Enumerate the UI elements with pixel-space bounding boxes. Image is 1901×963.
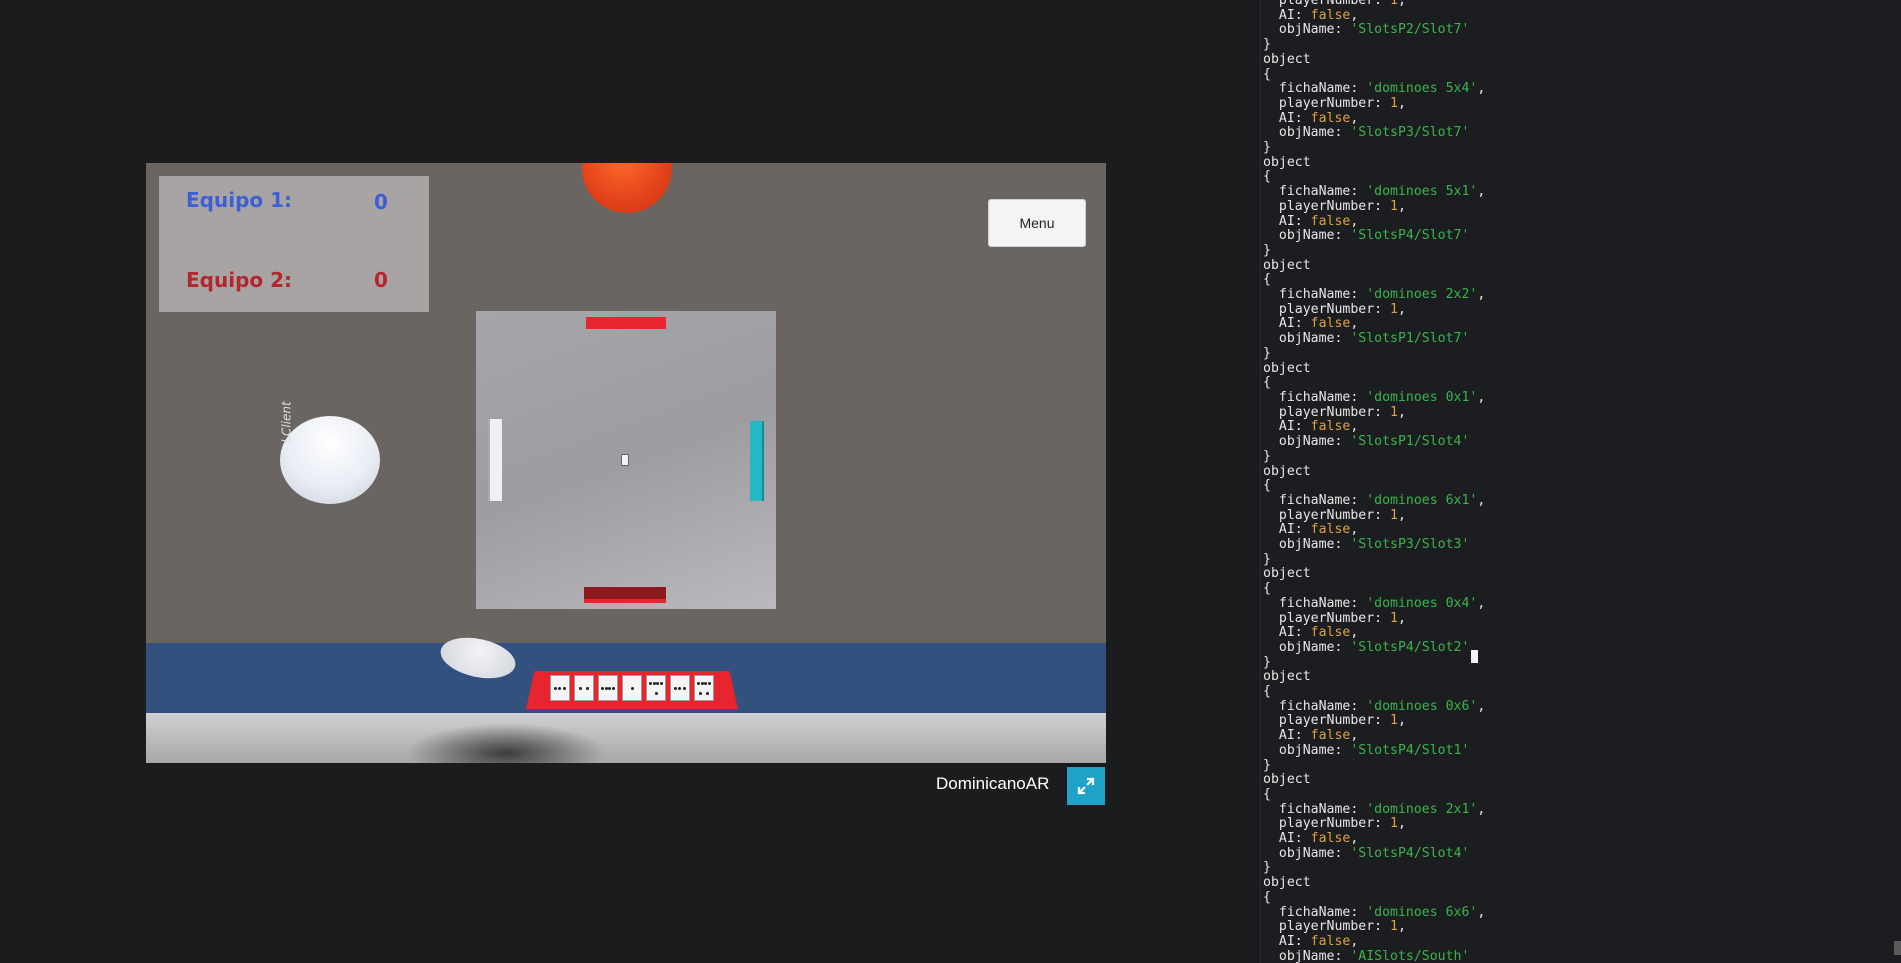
console-line: } xyxy=(1263,242,1271,258)
console-line: } xyxy=(1263,37,1271,53)
console-line: } xyxy=(1263,345,1271,361)
player-hand[interactable] xyxy=(526,671,738,709)
console-line: objName: 'SlotsP4/Slot1' xyxy=(1263,742,1470,758)
domino-tile[interactable] xyxy=(694,675,714,701)
console-line: fichaName: 'dominoes 0x4', xyxy=(1263,595,1486,611)
game-board[interactable] xyxy=(476,311,776,609)
team2-label: Equipo 2: xyxy=(186,268,293,292)
console-line: } xyxy=(1263,140,1271,156)
console-object-label: object xyxy=(1263,360,1311,376)
game-viewport[interactable]: Equipo 1: 0 Equipo 2: 0 Menu LClient xyxy=(146,163,1106,763)
console-line: AI: false, xyxy=(1263,316,1359,332)
domino-tile[interactable] xyxy=(646,675,666,701)
console-line: objName: 'SlotsP3/Slot3' xyxy=(1263,537,1470,553)
tray-north xyxy=(586,317,666,329)
team1-label: Equipo 1: xyxy=(186,188,293,212)
console-line: fichaName: 'dominoes 2x1', xyxy=(1263,801,1486,817)
tray-east xyxy=(750,421,764,501)
console-line: fichaName: 'dominoes 0x1', xyxy=(1263,389,1486,405)
console-panel[interactable]: playerNumber: 1, AI: false, objName: 'Sl… xyxy=(1260,0,1901,963)
console-object-label: object xyxy=(1263,566,1311,582)
console-line: } xyxy=(1263,448,1271,464)
tray-south xyxy=(584,587,666,603)
console-line: AI: false, xyxy=(1263,831,1359,847)
menu-button[interactable]: Menu xyxy=(988,199,1086,247)
console-line: fichaName: 'dominoes 5x1', xyxy=(1263,184,1486,200)
text-cursor xyxy=(1471,650,1478,663)
console-line: objName: 'SlotsP4/Slot7' xyxy=(1263,228,1470,244)
console-line: playerNumber: 1, xyxy=(1263,919,1406,935)
console-line: fichaName: 'dominoes 6x6', xyxy=(1263,904,1486,920)
console-line: playerNumber: 1, xyxy=(1263,301,1406,317)
console-line: playerNumber: 1, xyxy=(1263,95,1406,111)
app-title: DominicanoAR xyxy=(936,774,1050,793)
console-line: AI: false, xyxy=(1263,419,1359,435)
console-line: { xyxy=(1263,889,1271,905)
orange-ball xyxy=(582,163,672,213)
console-line: { xyxy=(1263,66,1271,82)
console-line: objName: 'SlotsP1/Slot4' xyxy=(1263,434,1470,450)
console-line: objName: 'SlotsP2/Slot7' xyxy=(1263,22,1470,38)
console-line: AI: false, xyxy=(1263,934,1359,949)
console-line: { xyxy=(1263,581,1271,597)
console-line: { xyxy=(1263,272,1271,288)
domino-tile[interactable] xyxy=(550,675,570,701)
console-object-label: object xyxy=(1263,257,1311,273)
console-line: AI: false, xyxy=(1263,728,1359,744)
scrollbar[interactable] xyxy=(1892,0,1901,963)
console-line: playerNumber: 1, xyxy=(1263,507,1406,523)
table-floor xyxy=(146,713,1106,763)
console-line: } xyxy=(1263,757,1271,773)
console-line: fichaName: 'dominoes 6x1', xyxy=(1263,492,1486,508)
console-line: objName: 'SlotsP3/Slot7' xyxy=(1263,125,1470,141)
domino-tile[interactable] xyxy=(574,675,594,701)
console-line: AI: false, xyxy=(1263,7,1359,23)
console-line: playerNumber: 1, xyxy=(1263,816,1406,832)
console-line: fichaName: 'dominoes 2x2', xyxy=(1263,287,1486,303)
domino-tile[interactable] xyxy=(622,675,642,701)
console-line: playerNumber: 1, xyxy=(1263,198,1406,214)
console-line: } xyxy=(1263,860,1271,876)
console-line: playerNumber: 1, xyxy=(1263,610,1406,626)
console-line: objName: 'AISlots/South' xyxy=(1263,948,1470,963)
console-line: playerNumber: 1, xyxy=(1263,713,1406,729)
console-line: { xyxy=(1263,478,1271,494)
scoreboard: Equipo 1: 0 Equipo 2: 0 xyxy=(159,176,429,312)
center-domino[interactable] xyxy=(621,454,629,466)
console-object-label: object xyxy=(1263,875,1311,891)
console-line: { xyxy=(1263,684,1271,700)
console-line: { xyxy=(1263,375,1271,391)
console-line: } xyxy=(1263,654,1271,670)
ball-text: LClient xyxy=(279,401,294,443)
console-line: objName: 'SlotsP1/Slot7' xyxy=(1263,331,1470,347)
console-object-label: object xyxy=(1263,51,1311,67)
console-line: objName: 'SlotsP4/Slot2' xyxy=(1263,639,1470,655)
console-line: objName: 'SlotsP4/Slot4' xyxy=(1263,845,1470,861)
tray-west xyxy=(488,419,502,501)
console-line: AI: false, xyxy=(1263,522,1359,538)
console-object-label: object xyxy=(1263,669,1311,685)
console-line: fichaName: 'dominoes 0x6', xyxy=(1263,698,1486,714)
console-object-label: object xyxy=(1263,154,1311,170)
console-object-label: object xyxy=(1263,463,1311,479)
domino-tile[interactable] xyxy=(670,675,690,701)
white-ball xyxy=(280,416,380,504)
console-line: { xyxy=(1263,169,1271,185)
expand-icon xyxy=(1077,777,1095,795)
console-line: } xyxy=(1263,551,1271,567)
fullscreen-button[interactable] xyxy=(1067,767,1105,805)
console-line: AI: false, xyxy=(1263,625,1359,641)
team2-score: 0 xyxy=(374,268,388,292)
console-line: { xyxy=(1263,786,1271,802)
console-log: playerNumber: 1, AI: false, objName: 'Sl… xyxy=(1263,0,1485,963)
console-line: playerNumber: 1, xyxy=(1263,404,1406,420)
domino-tile[interactable] xyxy=(598,675,618,701)
console-line: fichaName: 'dominoes 5x4', xyxy=(1263,81,1486,97)
scroll-thumb[interactable] xyxy=(1894,941,1901,955)
console-object-label: object xyxy=(1263,772,1311,788)
team1-score: 0 xyxy=(374,190,388,214)
console-line: AI: false, xyxy=(1263,213,1359,229)
console-line: AI: false, xyxy=(1263,110,1359,126)
